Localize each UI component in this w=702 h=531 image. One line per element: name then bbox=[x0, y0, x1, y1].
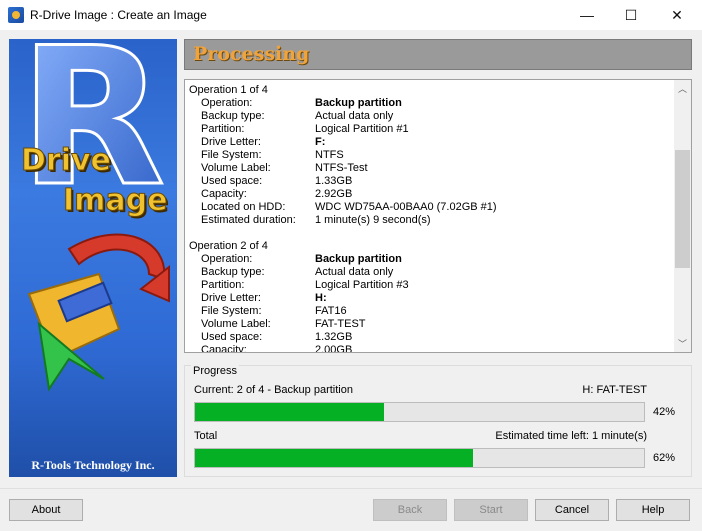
close-icon: ✕ bbox=[671, 6, 683, 23]
title-bar[interactable]: R-Drive Image : Create an Image — ☐ ✕ bbox=[0, 0, 702, 30]
scroll-up-button[interactable]: ︿ bbox=[674, 80, 691, 97]
operation-row-key: Partition: bbox=[201, 279, 245, 291]
operation-row: Used space: 1.33GB bbox=[189, 175, 669, 188]
operation-row: Drive Letter: F: bbox=[189, 136, 669, 149]
operation-row-key: Used space: bbox=[201, 331, 263, 343]
progress-group-label: Progress bbox=[191, 365, 240, 377]
window-title: R-Drive Image : Create an Image bbox=[30, 8, 207, 22]
operation-row-key: File System: bbox=[201, 305, 262, 317]
product-banner: R Drive Image R-Tools Technology Inc. bbox=[9, 39, 177, 477]
page-title: Processing bbox=[193, 43, 310, 65]
scroll-down-button[interactable]: ﹀ bbox=[674, 335, 691, 352]
current-target-text: H: FAT-TEST bbox=[582, 384, 647, 396]
operation-row-key: Capacity: bbox=[201, 188, 247, 200]
operation-row: Partition: Logical Partition #1 bbox=[189, 123, 669, 136]
operation-row-value: Logical Partition #3 bbox=[315, 279, 409, 291]
operation-row: File System: FAT16 bbox=[189, 305, 669, 318]
operation-title: Operation 1 of 4 bbox=[189, 84, 268, 96]
banner-footer: R-Tools Technology Inc. bbox=[31, 458, 155, 472]
operation-row: Operation: Backup partition bbox=[189, 97, 669, 110]
operation-row-value: NTFS-Test bbox=[315, 162, 368, 174]
total-percent: 62% bbox=[652, 452, 675, 464]
operation-row-key: Used space: bbox=[201, 175, 263, 187]
operation-row-value: NTFS bbox=[315, 149, 344, 161]
operation-row-key: Operation: bbox=[201, 253, 253, 265]
operation-row: Backup type: Actual data only bbox=[189, 266, 669, 279]
logo-word-image: Image bbox=[63, 183, 168, 219]
operation-row-value: Backup partition bbox=[315, 97, 402, 109]
maximize-button[interactable]: ☐ bbox=[608, 0, 654, 30]
operation-row-key: Located on HDD: bbox=[201, 201, 286, 213]
operation-row-key: Volume Label: bbox=[201, 162, 271, 174]
current-percent: 42% bbox=[652, 406, 675, 418]
help-button[interactable]: Help bbox=[616, 499, 690, 521]
operation-row: Used space: 1.32GB bbox=[189, 331, 669, 344]
about-button[interactable]: About bbox=[9, 499, 83, 521]
total-progress-bar bbox=[194, 448, 645, 468]
eta-text: Estimated time left: 1 minute(s) bbox=[495, 430, 647, 442]
operation-row-value: 1.33GB bbox=[315, 175, 353, 187]
operation-row-value: Logical Partition #1 bbox=[315, 123, 409, 135]
step-header: Processing bbox=[184, 39, 692, 70]
chevron-up-icon: ︿ bbox=[677, 84, 687, 94]
start-button[interactable]: Start bbox=[454, 499, 528, 521]
operation-row-key: Estimated duration: bbox=[201, 214, 296, 226]
current-progress-bar bbox=[194, 402, 645, 422]
operations-list[interactable]: Operation 1 of 4 Operation: Backup partiti… bbox=[184, 79, 692, 353]
progress-group: Progress Current: 2 of 4 - Backup partit… bbox=[184, 365, 692, 477]
operation-row-key: Operation: bbox=[201, 97, 253, 109]
current-operation-text: Current: 2 of 4 - Backup partition bbox=[194, 384, 353, 396]
operation-row-key: Capacity: bbox=[201, 344, 247, 353]
operation-row-value: 2.00GB bbox=[315, 344, 353, 353]
minimize-button[interactable]: — bbox=[564, 0, 610, 30]
operation-row: File System: NTFS bbox=[189, 149, 669, 162]
operations-content: Operation 1 of 4 Operation: Backup partiti… bbox=[189, 84, 669, 353]
current-progress-fill bbox=[195, 403, 384, 421]
operation-row: Drive Letter: H: bbox=[189, 292, 669, 305]
footer-separator bbox=[0, 488, 702, 489]
operation-row-value: FAT16 bbox=[315, 305, 347, 317]
maximize-icon: ☐ bbox=[624, 6, 638, 23]
app-icon bbox=[8, 7, 24, 23]
logo-word-drive: Drive bbox=[21, 143, 112, 179]
folder-arrow-icon bbox=[27, 233, 170, 392]
operation-row: Partition: Logical Partition #3 bbox=[189, 279, 669, 292]
operation-row-value: WDC WD75AA-00BAA0 (7.02GB #1) bbox=[315, 201, 497, 213]
operation-row-value: FAT-TEST bbox=[315, 318, 366, 330]
operation-spacer bbox=[189, 227, 669, 240]
operation-row-value: Actual data only bbox=[315, 110, 394, 122]
operation-row-value: Backup partition bbox=[315, 253, 402, 265]
operation-row: Estimated duration: 1 minute(s) 9 second(… bbox=[189, 214, 669, 227]
operation-row-value: 1.32GB bbox=[315, 331, 353, 343]
back-button[interactable]: Back bbox=[373, 499, 447, 521]
operation-row-key: Partition: bbox=[201, 123, 245, 135]
total-progress-fill bbox=[195, 449, 474, 467]
operation-row-key: Backup type: bbox=[201, 110, 265, 122]
vertical-scrollbar[interactable]: ︿ ﹀ bbox=[674, 80, 691, 352]
operation-row-value: F: bbox=[315, 136, 326, 148]
operation-row: Operation: Backup partition bbox=[189, 253, 669, 266]
operation-row: Backup type: Actual data only bbox=[189, 110, 669, 123]
operation-row-key: Backup type: bbox=[201, 266, 265, 278]
total-label: Total bbox=[194, 430, 218, 442]
operation-row-value: Actual data only bbox=[315, 266, 394, 278]
operation-row: Capacity: 2.92GB bbox=[189, 188, 669, 201]
operation-row-key: Drive Letter: bbox=[201, 292, 261, 304]
scroll-thumb[interactable] bbox=[675, 150, 690, 268]
operation-row-key: Drive Letter: bbox=[201, 136, 261, 148]
operation-row: Volume Label: FAT-TEST bbox=[189, 318, 669, 331]
operation-row-value: H: bbox=[315, 292, 327, 304]
operation-row-key: Volume Label: bbox=[201, 318, 271, 330]
close-button[interactable]: ✕ bbox=[654, 0, 700, 30]
operation-row-key: File System: bbox=[201, 149, 262, 161]
operation-row-value: 2.92GB bbox=[315, 188, 353, 200]
operation-row: Capacity: 2.00GB bbox=[189, 344, 669, 353]
operation-row: Volume Label: NTFS-Test bbox=[189, 162, 669, 175]
chevron-down-icon: ﹀ bbox=[677, 339, 687, 349]
minimize-icon: — bbox=[580, 7, 594, 23]
operation-row-value: 1 minute(s) 9 second(s) bbox=[315, 214, 431, 226]
cancel-button[interactable]: Cancel bbox=[535, 499, 609, 521]
operation-title: Operation 2 of 4 bbox=[189, 240, 268, 252]
operation-row: Located on HDD: WDC WD75AA-00BAA0 (7.02GB… bbox=[189, 201, 669, 214]
